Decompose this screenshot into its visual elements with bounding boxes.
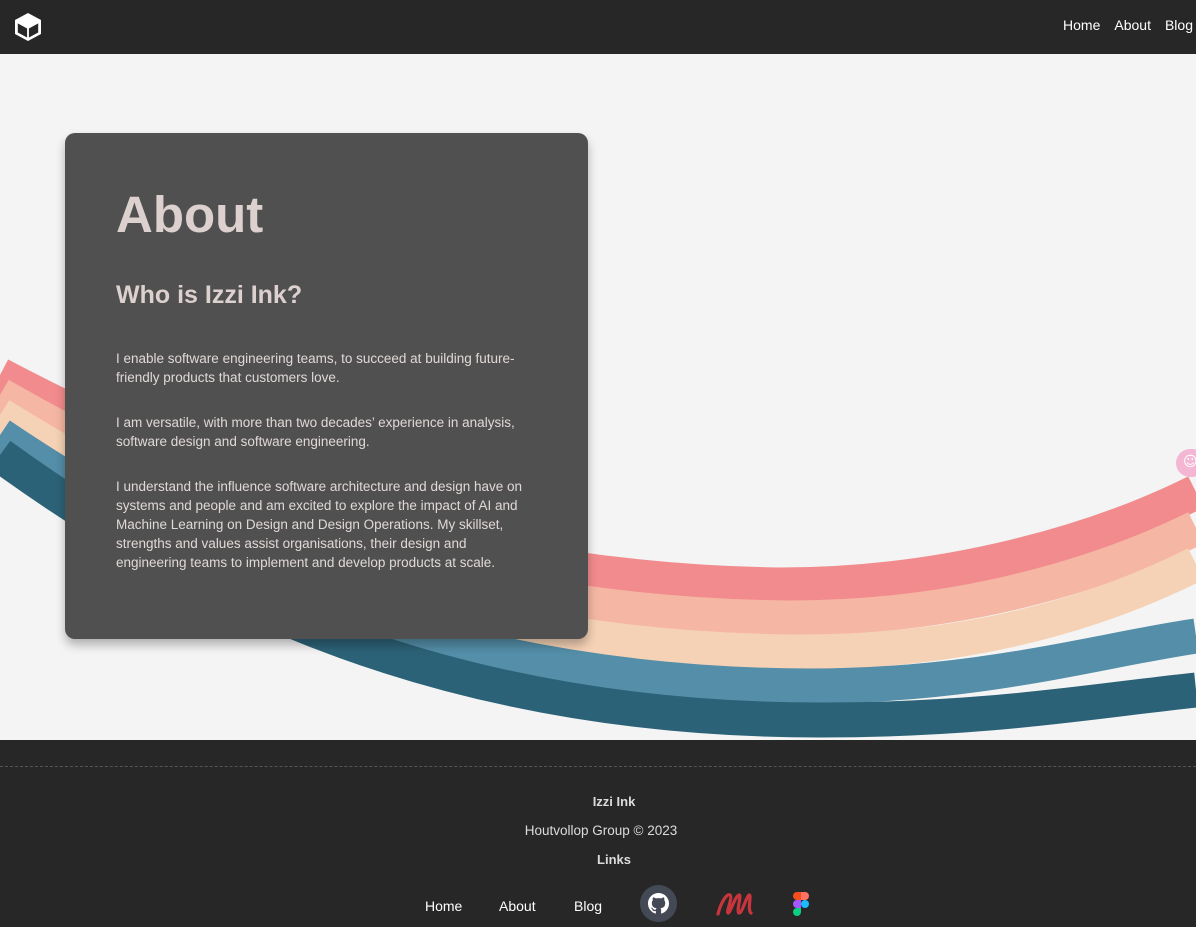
page-title: About [116, 186, 264, 243]
about-paragraph-2: I am versatile, with more than two decad… [116, 415, 515, 449]
footer-divider [0, 766, 1196, 767]
footer-copyright: Houtvollop Group © 2023 [524, 823, 678, 838]
nav-blog-link[interactable]: Blog [1165, 17, 1193, 33]
cube-logo-icon[interactable] [13, 11, 43, 43]
top-nav-bar: Home About Blog [0, 0, 1196, 54]
side-assistant-widget[interactable]: ☺ [1176, 449, 1196, 477]
github-icon[interactable] [640, 885, 677, 922]
figma-icon[interactable] [792, 892, 810, 916]
nav-home-link[interactable]: Home [1063, 17, 1100, 33]
section-subtitle: Who is Izzi Ink? [116, 281, 303, 309]
footer-name: Izzi Ink [592, 794, 636, 809]
footer-links-heading: Links [597, 852, 631, 867]
about-paragraph-3: I understand the influence software arch… [116, 479, 523, 570]
nav-about-link[interactable]: About [1114, 17, 1151, 33]
footer-home-link[interactable]: Home [425, 898, 462, 914]
about-paragraph-1: I enable software engineering teams, to … [116, 351, 515, 385]
github-mark [648, 893, 669, 914]
site-footer: Izzi Ink Houtvollop Group © 2023 Links H… [0, 740, 1196, 927]
about-card: About Who is Izzi Ink? I enable software… [65, 133, 588, 639]
medium-icon[interactable] [715, 888, 755, 920]
footer-about-link[interactable]: About [499, 898, 536, 914]
footer-blog-link[interactable]: Blog [574, 898, 602, 914]
main-nav: Home About Blog [1049, 17, 1193, 33]
assistant-icon: ☺ [1183, 454, 1196, 470]
